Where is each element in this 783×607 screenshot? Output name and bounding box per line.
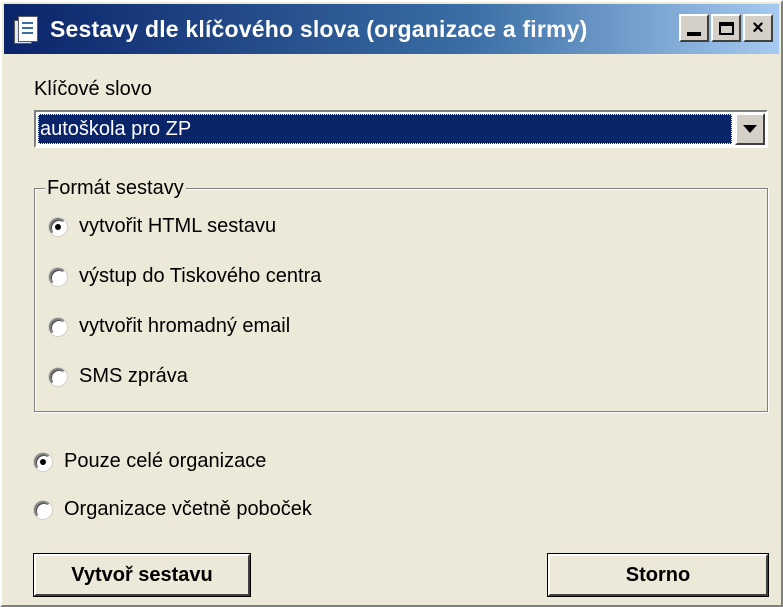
radio-button[interactable] bbox=[34, 500, 52, 519]
create-report-button[interactable]: Vytvoř sestavu bbox=[34, 554, 250, 596]
keyword-combobox[interactable]: autoškola pro ZP bbox=[34, 110, 768, 148]
radio-whole-organizations[interactable]: Pouze celé organizace bbox=[34, 450, 266, 473]
radio-label: Pouze celé organizace bbox=[64, 450, 267, 472]
radio-html-report[interactable]: vytvořit HTML sestavu bbox=[49, 215, 276, 238]
maximize-icon bbox=[718, 21, 734, 35]
document-icon bbox=[14, 14, 42, 44]
radio-print-center[interactable]: výstup do Tiskového centra bbox=[49, 265, 321, 288]
radio-label: SMS zpráva bbox=[79, 365, 188, 387]
close-icon: × bbox=[752, 17, 764, 39]
maximize-button[interactable] bbox=[711, 14, 741, 42]
radio-button[interactable] bbox=[49, 217, 67, 236]
radio-button[interactable] bbox=[49, 367, 67, 386]
window-controls: × bbox=[679, 14, 773, 42]
radio-bulk-email[interactable]: vytvořit hromadný email bbox=[49, 315, 290, 338]
dialog-window: Sestavy dle klíčového slova (organizace … bbox=[0, 0, 783, 607]
radio-button[interactable] bbox=[49, 317, 67, 336]
radio-button[interactable] bbox=[34, 452, 52, 471]
minimize-icon bbox=[687, 32, 701, 36]
title-bar[interactable]: Sestavy dle klíčového slova (organizace … bbox=[4, 4, 779, 54]
format-groupbox: Formát sestavy vytvořit HTML sestavu výs… bbox=[34, 177, 768, 412]
minimize-button[interactable] bbox=[679, 14, 709, 42]
radio-including-branches[interactable]: Organizace včetně poboček bbox=[34, 498, 312, 521]
keyword-label: Klíčové slovo bbox=[34, 78, 152, 100]
radio-label: vytvořit hromadný email bbox=[79, 315, 291, 337]
radio-sms[interactable]: SMS zpráva bbox=[49, 365, 188, 388]
radio-label: Organizace včetně poboček bbox=[64, 498, 312, 520]
keyword-dropdown-button[interactable] bbox=[735, 113, 765, 145]
window-title: Sestavy dle klíčového slova (organizace … bbox=[50, 15, 588, 42]
format-group-legend: Formát sestavy bbox=[45, 177, 186, 200]
radio-label: výstup do Tiskového centra bbox=[79, 265, 322, 287]
radio-button[interactable] bbox=[49, 267, 67, 286]
radio-label: vytvořit HTML sestavu bbox=[79, 215, 277, 237]
chevron-down-icon bbox=[743, 125, 757, 133]
keyword-selected-value[interactable]: autoškola pro ZP bbox=[38, 114, 732, 144]
cancel-button[interactable]: Storno bbox=[548, 554, 768, 596]
close-button[interactable]: × bbox=[743, 14, 773, 42]
